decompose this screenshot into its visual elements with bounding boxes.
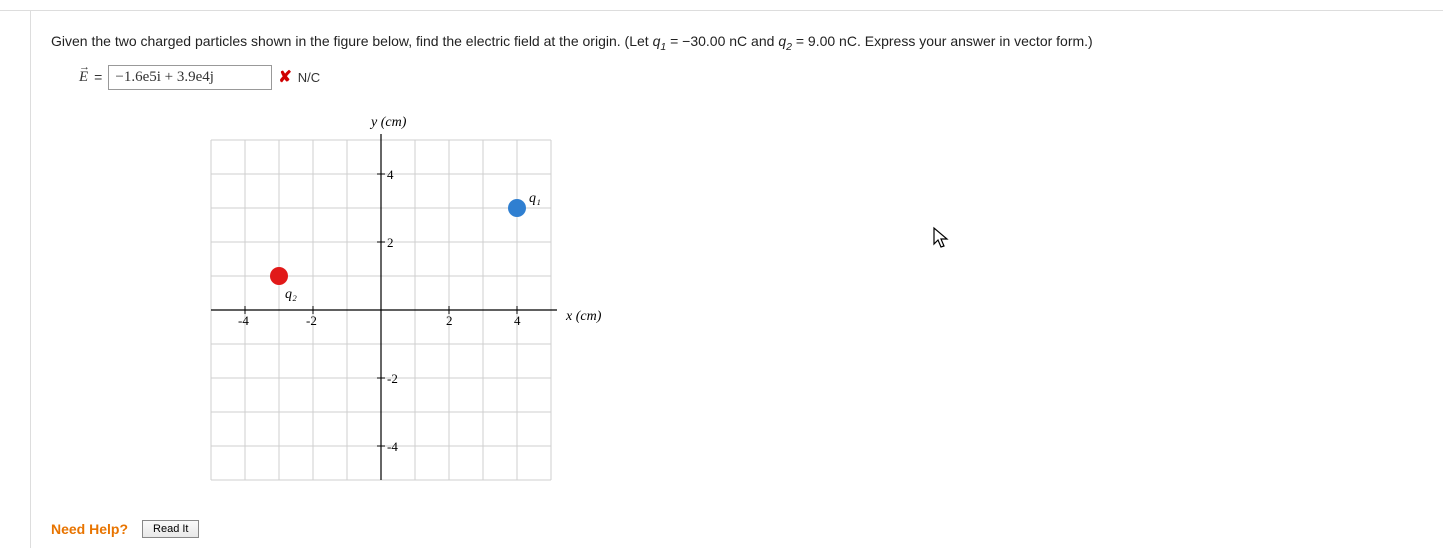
eq2: = [792, 33, 808, 49]
and-text: and [747, 33, 778, 49]
incorrect-icon: ✘ [278, 67, 291, 87]
figure: y (cm) x (cm) [31, 90, 1443, 520]
xtick-2: 2 [446, 313, 453, 328]
ytick--2: -2 [387, 371, 398, 386]
e-vector-label: → E [79, 69, 88, 86]
point-q2 [270, 267, 288, 285]
xtick--4: -4 [238, 313, 249, 328]
q1-value: −30.00 nC [682, 33, 747, 49]
problem-statement: Given the two charged particles shown in… [31, 11, 1443, 65]
xtick-4: 4 [514, 313, 521, 328]
ytick-4: 4 [387, 167, 394, 182]
chart-svg: y (cm) x (cm) [171, 110, 631, 510]
page: Given the two charged particles shown in… [0, 0, 1443, 548]
problem-intro: Given the two charged particles shown in… [51, 33, 653, 49]
problem-panel: Given the two charged particles shown in… [30, 11, 1443, 548]
x-axis-label: x (cm) [565, 309, 602, 324]
read-it-button[interactable]: Read It [142, 520, 199, 538]
answer-units: N/C [298, 70, 320, 85]
eq1: = [666, 33, 682, 49]
plot-area: -4 -2 2 4 4 2 -2 -4 q₁ q₂ [211, 134, 557, 480]
equals-sign: = [94, 69, 102, 85]
point-q1 [508, 199, 526, 217]
answer-value: −1.6e5i + 3.9e4j [115, 69, 214, 85]
help-row: Need Help? Read It [31, 520, 1443, 538]
top-bar [0, 0, 1443, 11]
answer-row: → E = −1.6e5i + 3.9e4j ✘ N/C [31, 65, 1443, 90]
xtick--2: -2 [306, 313, 317, 328]
problem-outro: Express your answer in vector form.) [861, 33, 1093, 49]
label-q2: q₂ [285, 287, 297, 302]
answer-input[interactable]: −1.6e5i + 3.9e4j [108, 65, 272, 90]
ytick--4: -4 [387, 439, 398, 454]
ytick-2: 2 [387, 235, 394, 250]
q2-symbol: q [778, 33, 786, 49]
y-axis-label: y (cm) [369, 115, 407, 130]
label-q1: q₁ [529, 191, 541, 206]
q2-value: 9.00 nC. [808, 33, 861, 49]
vector-arrow-icon: → [79, 61, 90, 73]
need-help-label: Need Help? [51, 521, 128, 537]
